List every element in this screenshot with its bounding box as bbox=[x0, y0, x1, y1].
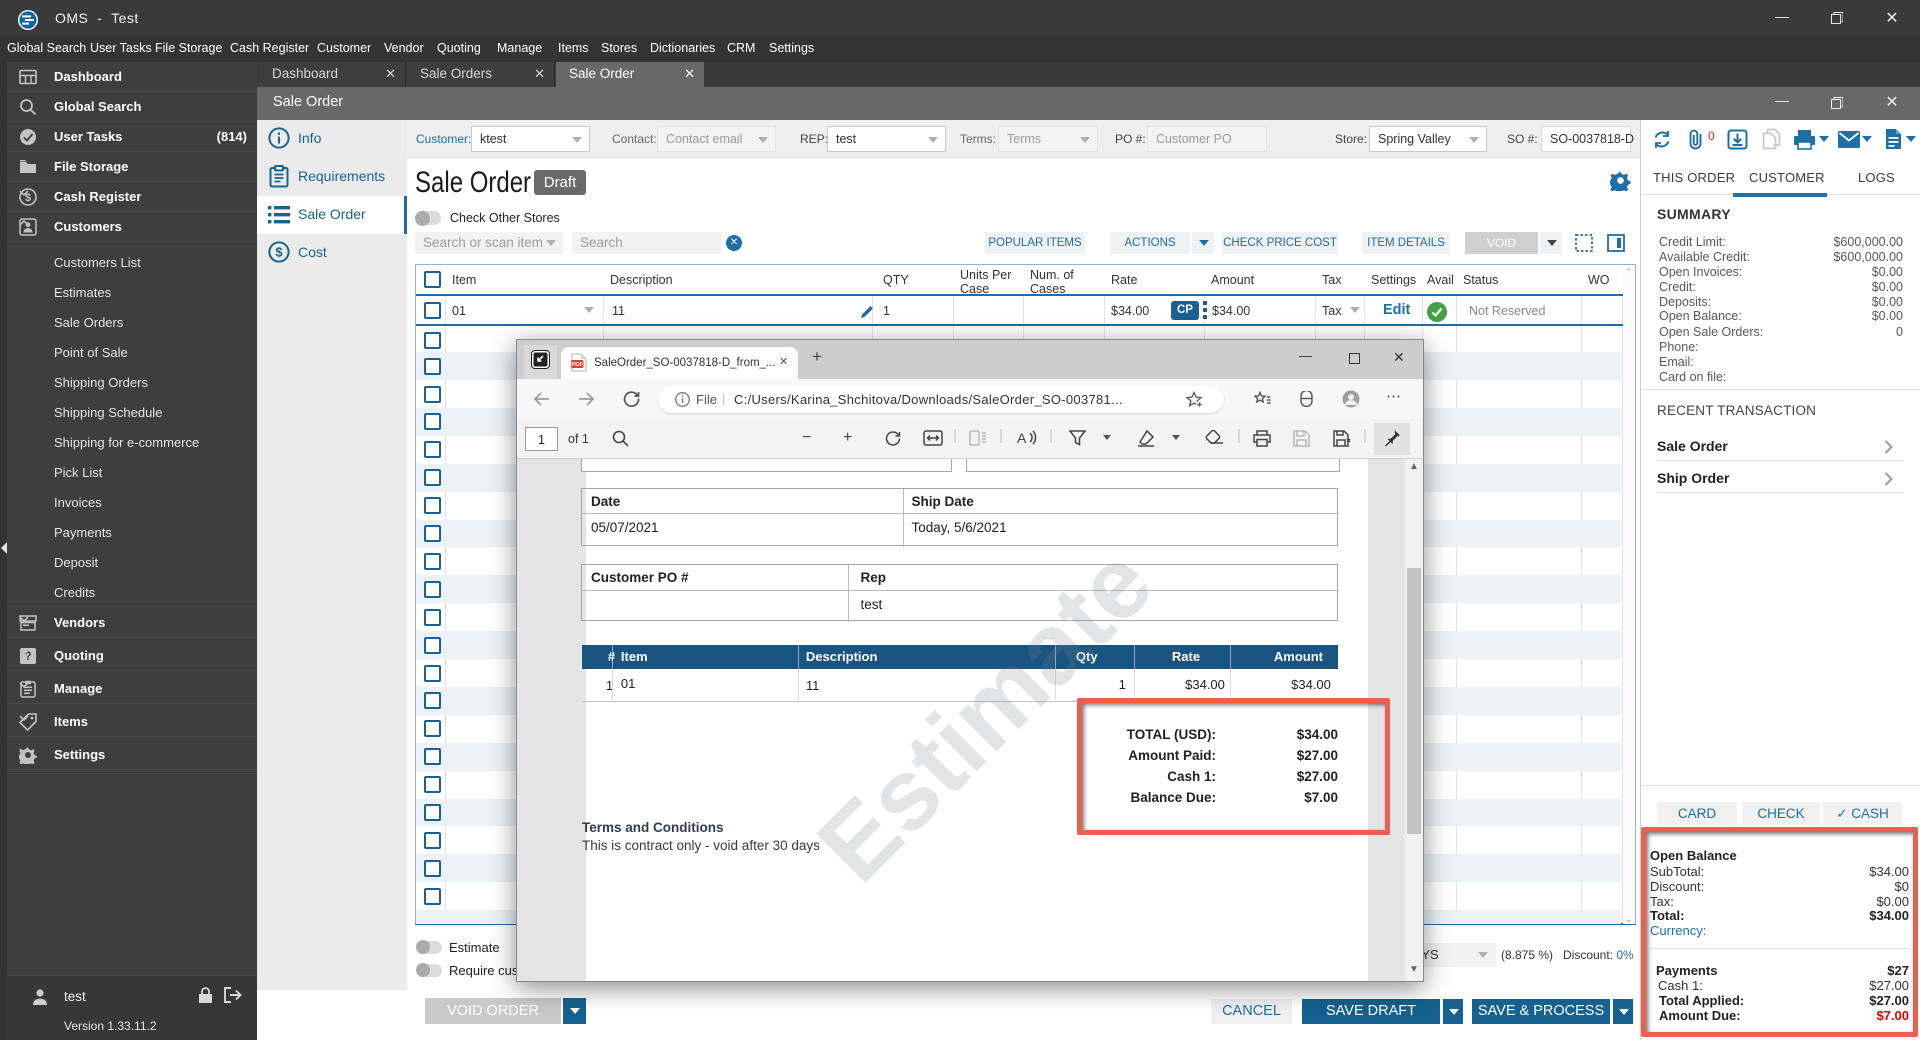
svg-text:PDF: PDF bbox=[571, 362, 583, 368]
svg-text:$: $ bbox=[275, 245, 283, 260]
svg-text:A: A bbox=[1017, 430, 1027, 446]
